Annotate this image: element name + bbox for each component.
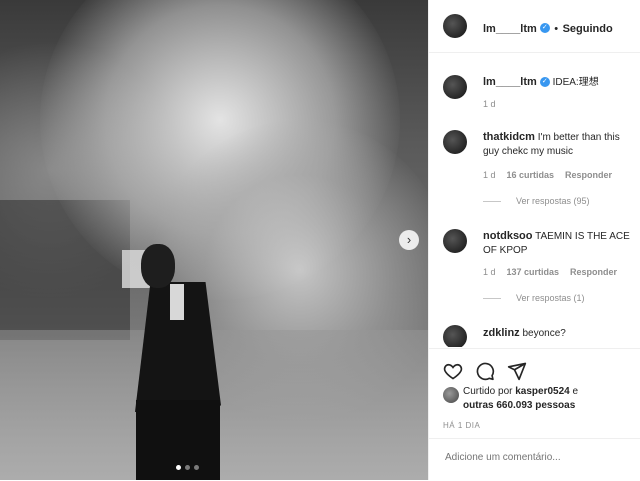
post-actions: Curtido por kasper0524 e outras 660.093 … — [429, 348, 640, 439]
author-username[interactable]: lm____ltm — [483, 76, 537, 88]
comment-icon[interactable] — [475, 361, 495, 381]
send-icon[interactable] — [507, 361, 527, 381]
carousel-indicator — [176, 465, 199, 470]
liked-by-others[interactable]: outras 660.093 pessoas — [463, 400, 575, 411]
carousel-dot — [185, 465, 190, 470]
author-username[interactable]: lm____ltm — [483, 23, 537, 35]
liked-by-user[interactable]: kasper0524 — [515, 386, 570, 397]
comment-list: lm____ltm ✓ IDEA:理想 1 d thatkidcm I'm bet… — [429, 53, 640, 347]
comment-age: 1 d — [483, 267, 496, 277]
replies-divider — [483, 297, 501, 299]
caption-text: IDEA:理想 — [552, 77, 599, 88]
replies-divider — [483, 200, 501, 202]
liker-avatar[interactable] — [443, 387, 459, 403]
comment-meta: 1 d 16 curtidas Responder — [483, 170, 612, 180]
caption-age: 1 d — [483, 99, 496, 109]
heart-icon[interactable] — [443, 361, 463, 381]
caption: lm____ltm ✓ IDEA:理想 — [483, 75, 638, 90]
comment-likes[interactable]: 137 curtidas — [507, 267, 560, 277]
view-replies[interactable]: Ver respostas (1) — [483, 293, 585, 303]
post-image: › — [0, 0, 428, 480]
comment-meta: 1 d 137 curtidas Responder — [483, 267, 617, 277]
view-replies-label: Ver respostas (1) — [516, 293, 585, 303]
reply-button[interactable]: Responder — [565, 170, 612, 180]
comment-text: beyonce? — [522, 328, 566, 339]
comment-username[interactable]: zdklinz — [483, 327, 520, 339]
liked-by-prefix: Curtido por — [463, 386, 513, 397]
side-panel: lm____ltm ✓ • Seguindo lm____ltm ✓ IDEA:理想… — [428, 0, 640, 480]
comment: zdklinz beyonce? — [483, 326, 638, 341]
separator-dot: • — [554, 23, 559, 35]
post-timestamp: HÁ 1 DIA — [443, 421, 481, 430]
avatar[interactable] — [443, 325, 467, 347]
comment-input[interactable] — [443, 451, 637, 464]
comment: notdksoo TAEMIN IS THE ACE OF KPOP — [483, 229, 638, 258]
liked-by-mid: e — [572, 386, 579, 397]
add-comment-bar — [429, 438, 640, 481]
view-replies[interactable]: Ver respostas (95) — [483, 196, 590, 206]
carousel-dot — [194, 465, 199, 470]
following-button[interactable]: Seguindo — [563, 23, 613, 35]
post-header: lm____ltm ✓ • Seguindo — [429, 0, 640, 53]
comment-likes[interactable]: 16 curtidas — [507, 170, 555, 180]
reply-button[interactable]: Responder — [570, 267, 617, 277]
comment-age: 1 d — [483, 170, 496, 180]
avatar[interactable] — [443, 14, 467, 38]
avatar[interactable] — [443, 130, 467, 154]
verified-icon: ✓ — [539, 77, 550, 88]
avatar[interactable] — [443, 75, 467, 99]
view-replies-label: Ver respostas (95) — [516, 196, 590, 206]
verified-icon: ✓ — [539, 22, 550, 33]
caption-meta: 1 d — [483, 99, 496, 109]
carousel-dot — [176, 465, 181, 470]
person-collar — [170, 284, 184, 320]
avatar[interactable] — [443, 229, 467, 253]
comment-username[interactable]: notdksoo — [483, 230, 533, 242]
person-head — [141, 244, 175, 288]
liked-by-summary: Curtido por kasper0524 e outras 660.093 … — [463, 385, 578, 413]
comment: thatkidcm I'm better than this guy chekc… — [483, 130, 638, 159]
chevron-right-icon[interactable]: › — [399, 230, 419, 250]
comment-username[interactable]: thatkidcm — [483, 131, 535, 143]
